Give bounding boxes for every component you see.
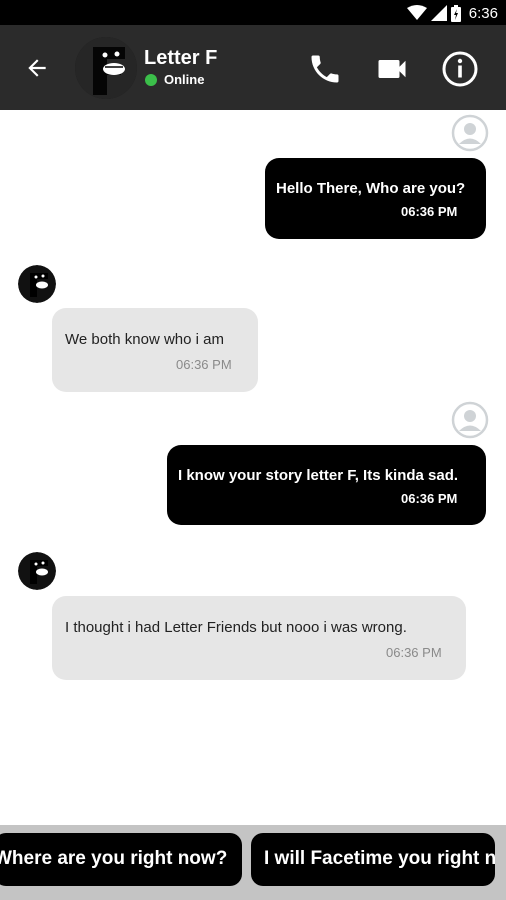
video-call-button[interactable] [373,51,411,87]
sent-message[interactable]: I know your story letter F, Its kinda sa… [167,445,486,525]
received-message[interactable]: We both know who i am 06:36 PM [52,308,258,392]
contact-name: Letter F [144,47,218,69]
wifi-icon [406,5,427,20]
message-text: We both know who i am [65,331,224,348]
message-text: I know your story letter F, Its kinda sa… [178,467,459,484]
info-icon [442,51,478,87]
message-time: 06:36 PM [401,204,458,219]
battery-icon [450,4,461,22]
contact-avatar-small [18,552,56,590]
message-time: 06:36 PM [176,357,232,372]
message-text: Hello There, Who are you? [276,180,466,197]
online-status-dot [145,74,157,86]
letter-f-character-icon [18,265,56,303]
suggestion-text: Where are you right now? [0,848,228,869]
presence-status: Online [164,72,205,87]
signal-icon [430,5,447,21]
received-message[interactable]: I thought i had Letter Friends but nooo … [52,596,466,680]
person-icon [451,401,489,439]
message-text: I thought i had Letter Friends but nooo … [65,619,407,636]
person-icon [451,114,489,152]
contact-avatar-small [18,265,56,303]
chat-header: Letter F Online [0,25,506,110]
arrow-back-icon [28,59,46,77]
videocam-icon [378,60,406,78]
phone-icon [311,55,339,83]
back-button[interactable] [20,51,54,85]
message-list[interactable]: Hello There, Who are you? 06:36 PM We bo… [0,110,506,825]
status-time: 6:36 [468,4,498,22]
status-icons: 6:36 [406,3,498,23]
status-bar: 6:36 [0,0,506,25]
info-button[interactable] [440,49,480,89]
letter-f-character-icon [18,552,56,590]
contact-avatar[interactable] [75,37,137,99]
sent-message[interactable]: Hello There, Who are you? 06:36 PM [265,158,486,239]
voice-call-button[interactable] [307,51,343,87]
message-time: 06:36 PM [386,645,442,660]
message-time: 06:36 PM [401,491,458,506]
user-avatar [451,114,489,152]
user-avatar [451,401,489,439]
suggestion-text: I will Facetime you right now [264,848,495,869]
suggested-replies[interactable]: Where are you right now? I will Facetime… [0,825,506,900]
letter-f-character-icon [75,37,137,99]
suggestion-chip[interactable]: Where are you right now? [0,833,242,886]
suggestion-chip[interactable]: I will Facetime you right now [251,833,495,886]
